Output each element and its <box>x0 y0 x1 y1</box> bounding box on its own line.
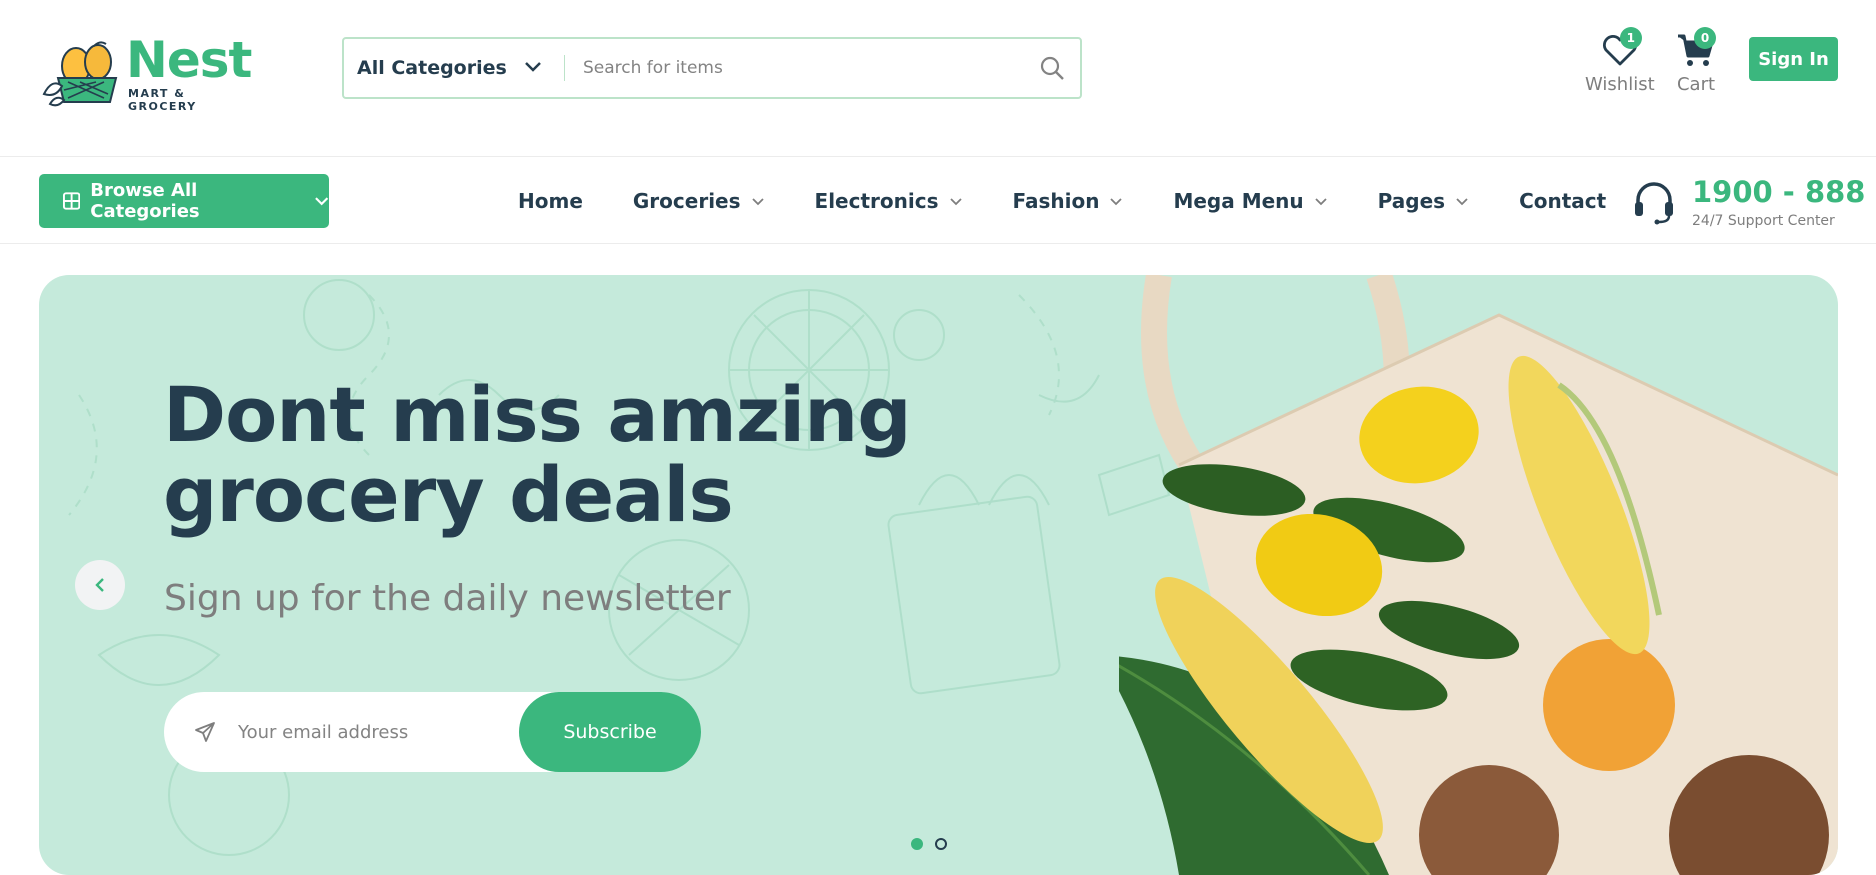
cart-link[interactable]: 0 Cart <box>1676 27 1716 95</box>
chevron-down-icon <box>1456 197 1468 205</box>
nav-item-fashion[interactable]: Fashion <box>1013 189 1124 213</box>
browse-categories-label: Browse All Categories <box>90 180 200 222</box>
newsletter-form: Subscribe <box>164 692 701 772</box>
send-icon <box>195 722 215 742</box>
nav-item-label: Home <box>518 188 583 213</box>
hero-banner: Dont miss amzing grocery deals Sign up f… <box>39 275 1838 875</box>
logo-tagline: MART & GROCERY <box>128 87 197 113</box>
browse-categories-button[interactable]: Browse All Categories <box>39 174 329 228</box>
support-phone: 1900 - 888 <box>1692 175 1866 209</box>
hero-title-line-2: grocery deals <box>163 450 734 539</box>
nav-item-label: Fashion <box>1012 188 1100 213</box>
nav-item-mega-menu[interactable]: Mega Menu <box>1173 189 1327 213</box>
grid-icon <box>63 192 81 210</box>
nav-item-label: Contact <box>1519 188 1607 213</box>
chevron-down-icon <box>751 197 764 205</box>
chevron-down-icon <box>1315 197 1327 205</box>
hero-subtitle: Sign up for the daily newsletter <box>164 578 731 619</box>
nav-item-contact[interactable]: Contact <box>1519 189 1606 213</box>
chevron-down-icon <box>949 197 962 205</box>
logo-name: Nest <box>126 31 252 89</box>
headset-icon <box>1635 182 1673 225</box>
search-icon[interactable] <box>1038 54 1066 82</box>
hero-title-line-1: Dont miss amzing <box>163 370 912 459</box>
category-select[interactable]: All Categories <box>344 39 564 97</box>
sign-in-button[interactable]: Sign In <box>1749 37 1838 81</box>
chevron-down-icon <box>525 62 541 72</box>
nav-item-label: Pages <box>1377 188 1446 213</box>
nav-item-pages[interactable]: Pages <box>1378 189 1469 213</box>
chevron-down-icon <box>314 197 328 206</box>
support-label: 24/7 Support Center <box>1692 213 1835 229</box>
logo-basket-icon <box>38 38 124 110</box>
nav-item-home[interactable]: Home <box>518 189 583 213</box>
cart-count-badge: 0 <box>1694 27 1716 49</box>
nav-item-label: Groceries <box>632 188 741 213</box>
cart-label: Cart <box>1676 74 1716 95</box>
header-top: Nest MART & GROCERY All Categories 1 Wis… <box>0 0 1876 157</box>
search-input[interactable] <box>565 39 1038 97</box>
nav-item-groceries[interactable]: Groceries <box>633 189 765 213</box>
hero-produce-image <box>1119 275 1838 875</box>
category-select-value: All Categories <box>357 57 507 79</box>
support-contact[interactable]: 1900 - 888 24/7 Support Center <box>1630 167 1865 237</box>
hero-title: Dont miss amzing grocery deals <box>163 375 963 535</box>
nav-item-label: Mega Menu <box>1173 188 1304 213</box>
nav-item-electronics[interactable]: Electronics <box>815 189 963 213</box>
nav-menu: Home Groceries Electronics Fashion Mega … <box>518 157 1606 244</box>
slider-prev-button[interactable] <box>75 560 125 610</box>
slider-dot[interactable] <box>935 838 947 850</box>
main-navbar: Browse All Categories Home Groceries Ele… <box>0 157 1876 244</box>
chevron-down-icon <box>1110 197 1123 205</box>
newsletter-email-input[interactable] <box>238 721 498 743</box>
slider-pagination <box>911 838 959 850</box>
subscribe-button[interactable]: Subscribe <box>519 692 701 772</box>
slider-dot-active[interactable] <box>911 838 923 850</box>
nav-item-label: Electronics <box>814 188 939 213</box>
wishlist-count-badge: 1 <box>1619 27 1642 49</box>
arrow-left-icon <box>95 578 104 592</box>
logo[interactable]: Nest MART & GROCERY <box>38 31 258 113</box>
wishlist-label: Wishlist <box>1585 74 1655 95</box>
search-bar: All Categories <box>342 37 1082 99</box>
wishlist-link[interactable]: 1 Wishlist <box>1585 27 1655 95</box>
